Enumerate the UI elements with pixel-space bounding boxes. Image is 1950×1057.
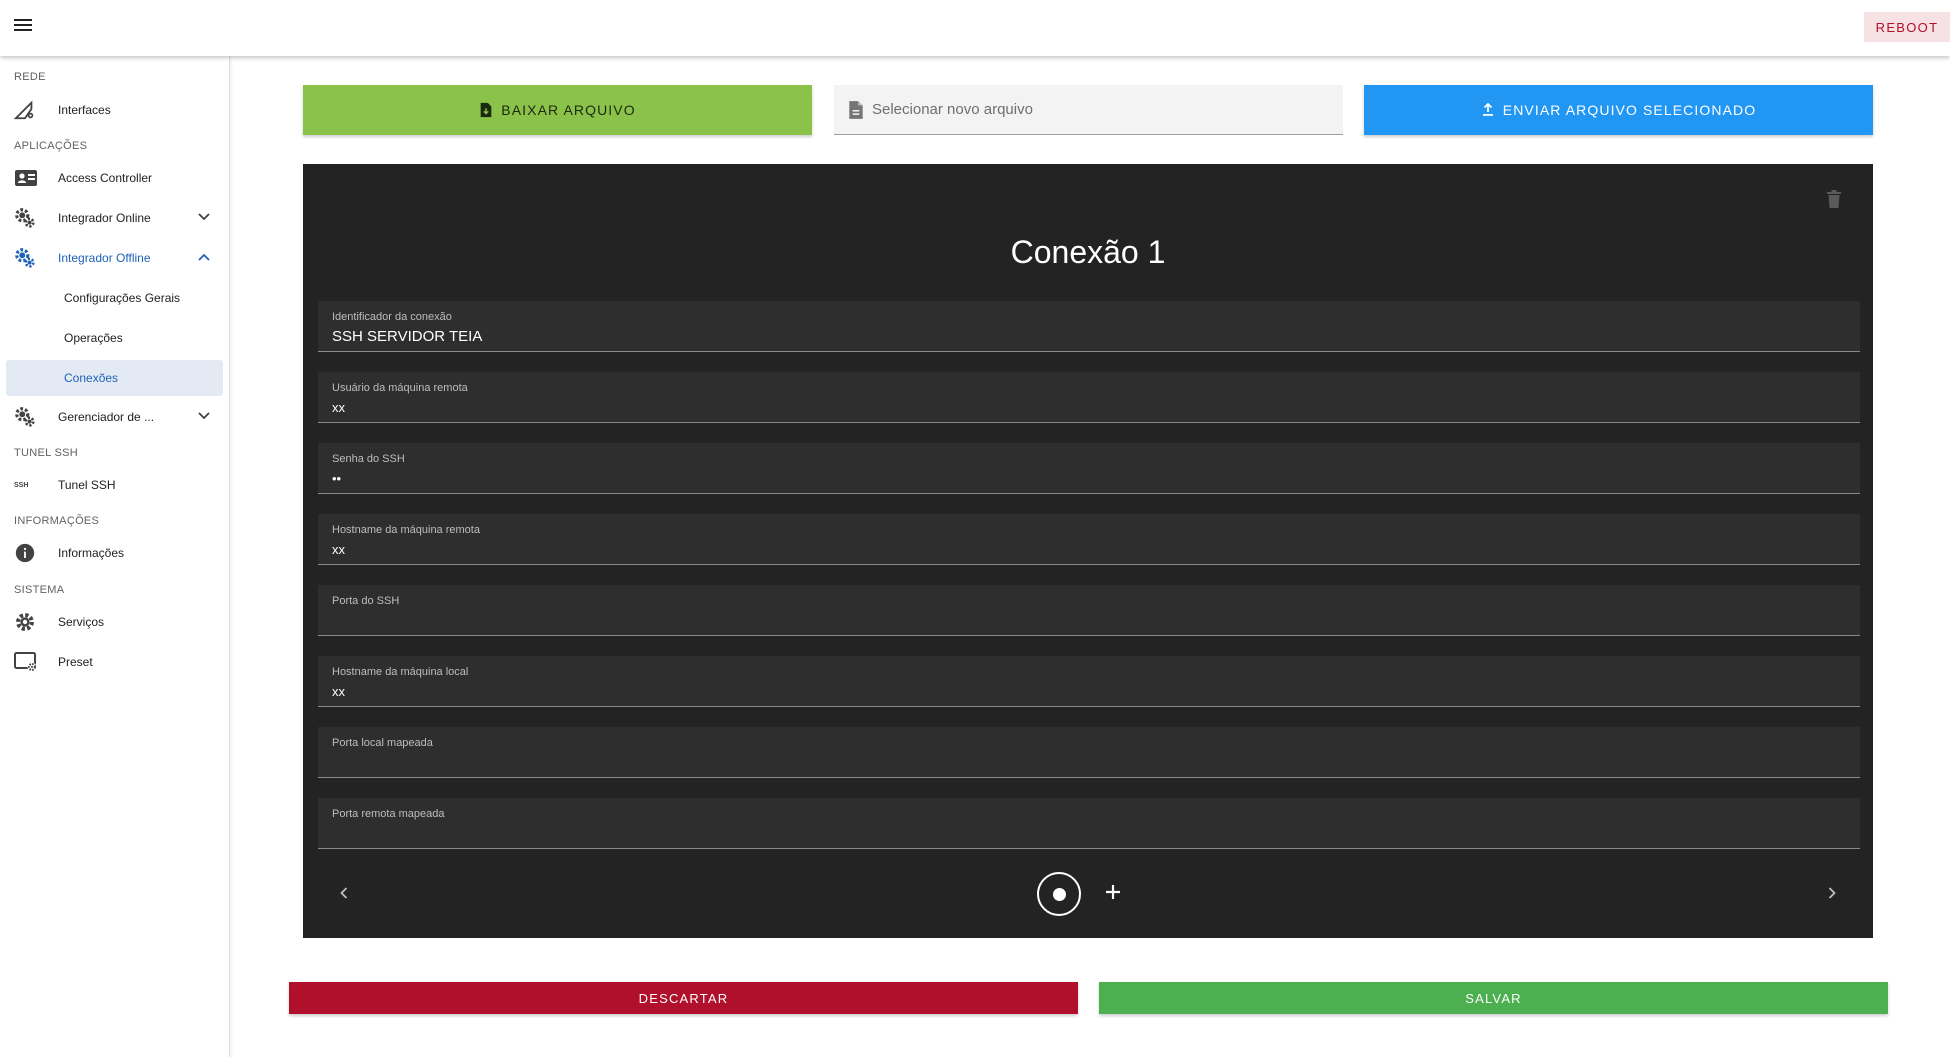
monitor-cog-icon [6, 651, 58, 673]
field-label: Hostname da máquina local [332, 666, 469, 678]
field-label: Porta local mapeada [332, 737, 433, 749]
info-icon [6, 542, 58, 564]
sidebar-item-label: Configurações Gerais [64, 291, 181, 305]
field-label: Porta remota mapeada [332, 808, 445, 820]
remote-user-field[interactable]: Usuário da máquina remota xx [318, 372, 1860, 423]
network-cog-icon [6, 99, 58, 121]
chevron-down-icon [198, 412, 210, 420]
field-value: xx [332, 400, 345, 415]
sidebar-item-tunel-ssh[interactable]: SSH Tunel SSH [6, 467, 223, 503]
remote-hostname-field[interactable]: Hostname da máquina remota xx [318, 514, 1860, 565]
field-value: xx [332, 542, 345, 557]
hamburger-menu-icon[interactable] [14, 16, 34, 36]
sidebar-item-label: Integrador Offline [58, 251, 151, 265]
sidebar-item-label: Conexões [64, 371, 119, 385]
local-port-field[interactable]: Porta local mapeada [318, 727, 1860, 778]
sidebar-item-label: Operações [64, 331, 123, 345]
sidebar-item-informacoes[interactable]: Informações [6, 535, 223, 571]
sidebar-item-gerenciador[interactable]: Gerenciador de ... [6, 399, 223, 435]
field-label: Senha do SSH [332, 453, 405, 465]
section-title-tunel-ssh: TUNEL SSH [14, 447, 79, 459]
field-label: Identificador da conexão [332, 311, 452, 323]
sidebar: REDE Interfaces APLICAÇÕES Access Contro… [0, 56, 230, 1057]
indicator-dot [1052, 887, 1066, 901]
local-hostname-field[interactable]: Hostname da máquina local xx [318, 656, 1860, 707]
section-title-aplicacoes: APLICAÇÕES [14, 140, 88, 152]
upload-selected-file-button[interactable]: ENVIAR ARQUIVO SELECIONADO [1364, 85, 1873, 135]
sidebar-item-servicos[interactable]: Serviços [6, 604, 223, 640]
field-value: xx [332, 684, 345, 699]
connection-id-field[interactable]: Identificador da conexão SSH SERVIDOR TE… [318, 301, 1860, 352]
reboot-button[interactable]: REBOOT [1864, 12, 1950, 42]
sidebar-item-label: Interfaces [58, 103, 111, 117]
file-download-icon [480, 102, 492, 118]
file-icon [849, 100, 863, 119]
chevron-down-icon [198, 213, 210, 221]
plus-icon[interactable] [1099, 878, 1127, 906]
ssh-icon: SSH [14, 481, 29, 489]
contact-card-icon [6, 168, 58, 188]
cogs-icon [6, 247, 58, 269]
download-file-label: BAIXAR ARQUIVO [501, 102, 636, 118]
sidebar-item-label: Serviços [58, 615, 105, 629]
cogs-icon [6, 207, 58, 229]
sidebar-item-integrador-offline[interactable]: Integrador Offline [6, 240, 223, 276]
sidebar-item-conexoes[interactable]: Conexões [6, 360, 223, 396]
section-title-informacoes: INFORMAÇÕES [14, 515, 100, 527]
sidebar-item-integrador-online[interactable]: Integrador Online [6, 200, 223, 236]
field-value: •• [332, 471, 342, 486]
download-file-button[interactable]: BAIXAR ARQUIVO [303, 85, 812, 135]
field-label: Hostname da máquina remota [332, 524, 480, 536]
sidebar-item-label: Informações [58, 546, 125, 560]
save-button[interactable]: SALVAR [1099, 982, 1888, 1014]
connection-title: Conexão 1 [1010, 234, 1166, 270]
connection-1-indicator[interactable] [1037, 872, 1081, 916]
remote-port-field[interactable]: Porta remota mapeada [318, 798, 1860, 849]
field-label: Porta do SSH [332, 595, 400, 607]
upload-selected-file-label: ENVIAR ARQUIVO SELECIONADO [1502, 102, 1757, 118]
chevron-up-icon [198, 253, 210, 261]
field-label: Usuário da máquina remota [332, 382, 468, 394]
sidebar-item-label: Gerenciador de ... [58, 410, 155, 424]
file-select-input[interactable]: Selecionar novo arquivo [834, 85, 1343, 135]
top-app-bar: REBOOT [0, 0, 1950, 56]
trash-icon[interactable] [1827, 190, 1841, 208]
gear-icon [6, 611, 58, 633]
sidebar-item-operacoes[interactable]: Operações [6, 320, 223, 356]
sidebar-item-access-controller[interactable]: Access Controller [6, 160, 223, 196]
sidebar-item-preset[interactable]: Preset [6, 644, 223, 680]
sidebar-item-label: Integrador Online [58, 211, 151, 225]
cogs-icon [6, 406, 58, 428]
chevron-right-icon[interactable] [1827, 886, 1837, 900]
sidebar-item-label: Access Controller [58, 171, 153, 185]
chevron-left-icon[interactable] [339, 886, 349, 900]
sidebar-item-interfaces[interactable]: Interfaces [6, 92, 223, 128]
ssh-port-field[interactable]: Porta do SSH [318, 585, 1860, 636]
connection-card: Conexão 1 Identificador da conexão SSH S… [303, 164, 1873, 938]
sidebar-item-configuracoes-gerais[interactable]: Configurações Gerais [6, 280, 223, 316]
sidebar-item-label: Tunel SSH [58, 478, 116, 492]
file-select-placeholder: Selecionar novo arquivo [872, 101, 1033, 118]
upload-icon [1482, 103, 1493, 116]
section-title-sistema: SISTEMA [14, 584, 65, 596]
ssh-password-field[interactable]: Senha do SSH •• [318, 443, 1860, 494]
sidebar-item-label: Preset [58, 655, 93, 669]
section-title-rede: REDE [14, 71, 46, 83]
discard-button[interactable]: DESCARTAR [289, 982, 1078, 1014]
field-value: SSH SERVIDOR TEIA [332, 328, 483, 345]
